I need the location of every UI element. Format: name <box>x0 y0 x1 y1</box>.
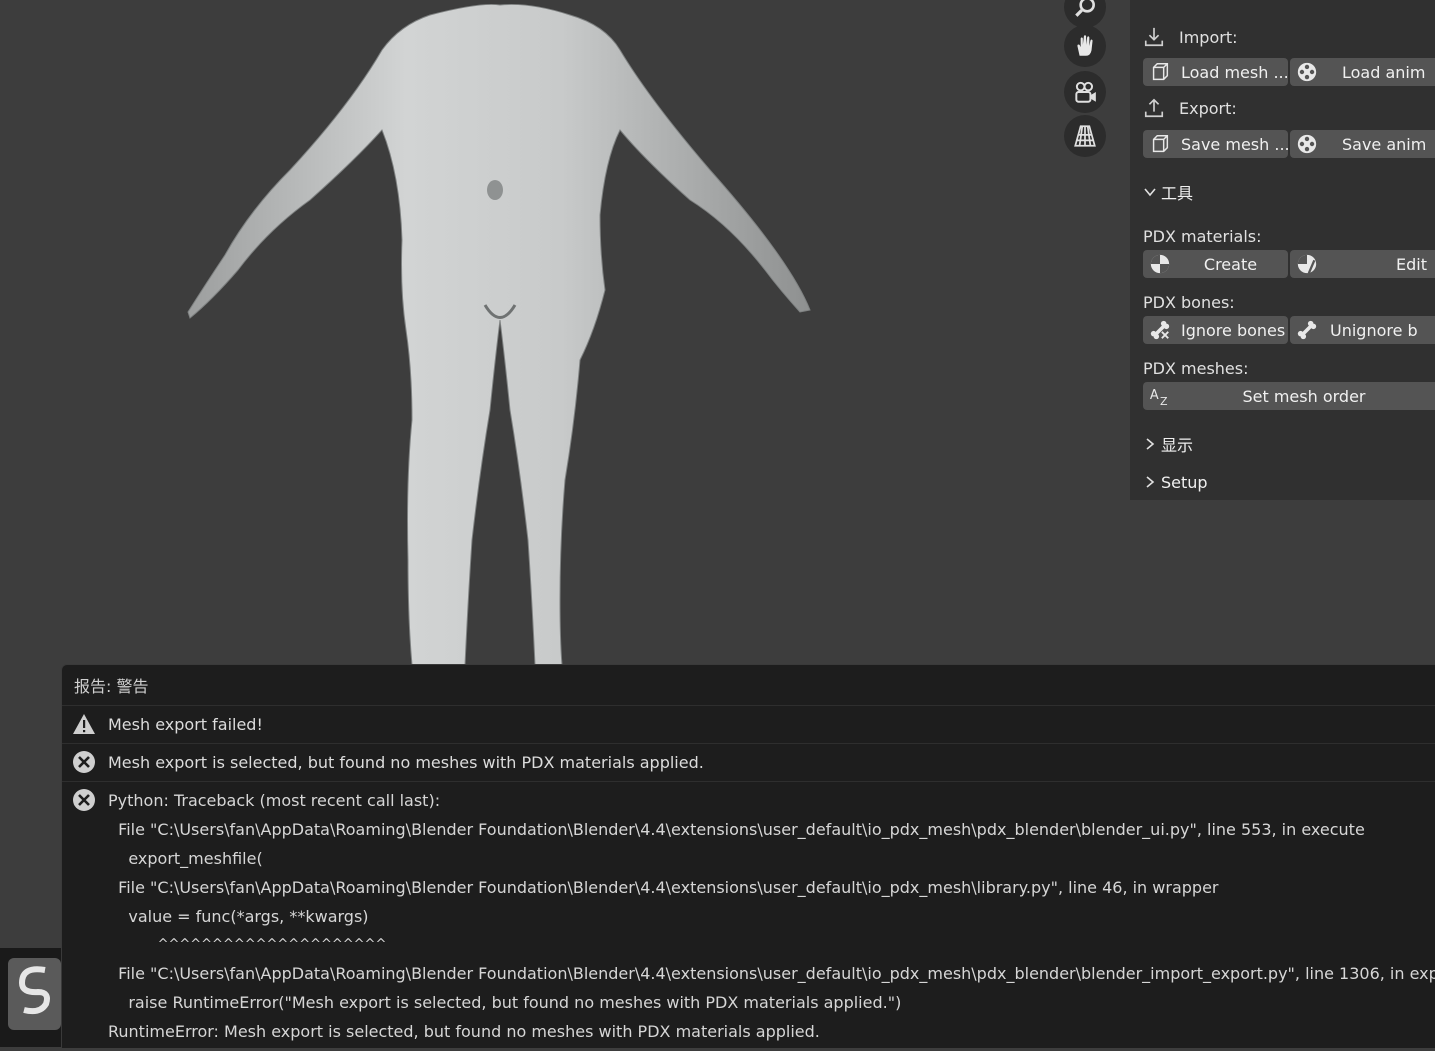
error-message-text: Mesh export is selected, but found no me… <box>108 753 704 772</box>
traceback-line: value = func(*args, **kwargs) <box>108 907 369 926</box>
unignore-bones-label: Unignore b <box>1330 320 1418 340</box>
save-anim-button[interactable]: Save anim <box>1290 130 1435 158</box>
import-icon <box>1144 27 1164 47</box>
ignore-bones-label: Ignore bones <box>1181 320 1286 340</box>
create-label: Create <box>1203 254 1258 274</box>
svg-text:A: A <box>1150 388 1159 403</box>
material-sphere-edit-icon <box>1297 254 1317 274</box>
import-buttons: Load mesh ... Load anim <box>1143 58 1435 86</box>
export-label: Export: <box>1179 98 1237 118</box>
mesh-model <box>187 3 811 665</box>
export-buttons: Save mesh ... Save anim <box>1143 130 1435 158</box>
bone-icon <box>1297 320 1317 340</box>
save-mesh-label: Save mesh ... <box>1181 134 1288 154</box>
traceback-line: File "C:\Users\fan\AppData\Roaming\Blend… <box>108 878 1219 897</box>
load-anim-button[interactable]: Load anim <box>1290 58 1435 86</box>
chevron-down-icon <box>1144 188 1156 197</box>
edit-material-button[interactable]: Edit <box>1290 250 1435 278</box>
materials-buttons: Create Edit <box>1143 250 1435 278</box>
traceback-line: ^^^^^^^^^^^^^^^^^^^^^ <box>108 937 387 952</box>
tools-section-label: 工具 <box>1161 184 1194 203</box>
traceback-line: export_meshfile( <box>108 849 263 868</box>
pan-hand-icon[interactable] <box>1064 25 1106 67</box>
setup-section-header[interactable]: Setup <box>1143 470 1435 494</box>
error-icon <box>73 751 95 773</box>
load-anim-label: Load anim <box>1342 62 1426 82</box>
setup-section-label: Setup <box>1161 472 1208 492</box>
blender-app-icon <box>8 958 61 1030</box>
film-reel-icon <box>1297 62 1317 82</box>
warning-icon <box>73 714 95 734</box>
report-message: Mesh export is selected, but found no me… <box>62 744 1435 782</box>
cube-icon <box>1152 135 1169 153</box>
error-icon <box>73 789 95 811</box>
traceback-line: Python: Traceback (most recent call last… <box>108 791 441 810</box>
pdx-bones-label: PDX bones: <box>1143 290 1435 314</box>
report-traceback: Python: Traceback (most recent call last… <box>62 782 1435 1046</box>
chevron-right-icon <box>1146 476 1155 488</box>
pdx-side-panel: Import: Load mesh ... Load anim Export: … <box>1130 0 1435 500</box>
pdx-materials-label: PDX materials: <box>1143 224 1435 248</box>
chevron-right-icon <box>1146 438 1155 450</box>
import-row: Import: <box>1143 24 1435 50</box>
bones-buttons: Ignore bones Unignore b <box>1143 316 1435 344</box>
unignore-bones-button[interactable]: Unignore b <box>1290 316 1435 344</box>
import-label: Import: <box>1179 27 1238 47</box>
meshes-buttons: AZ Set mesh order <box>1143 382 1435 410</box>
pdx-meshes-label: PDX meshes: <box>1143 356 1435 380</box>
save-mesh-button[interactable]: Save mesh ... <box>1143 130 1288 158</box>
export-row: Export: <box>1143 95 1435 121</box>
tools-section-header[interactable]: 工具 <box>1143 180 1435 204</box>
report-popup[interactable]: 报告: 警告 Mesh export failed! Mesh export i… <box>61 664 1435 1048</box>
perspective-grid-icon[interactable] <box>1064 115 1106 157</box>
pdx-materials-text: PDX materials: <box>1143 226 1262 246</box>
load-mesh-label: Load mesh ... <box>1181 62 1288 82</box>
material-sphere-icon <box>1150 254 1170 274</box>
load-mesh-button[interactable]: Load mesh ... <box>1143 58 1288 86</box>
display-section-label: 显示 <box>1161 436 1194 455</box>
svg-text:Z: Z <box>1160 395 1168 407</box>
pdx-bones-text: PDX bones: <box>1143 292 1235 312</box>
camera-icon[interactable] <box>1064 71 1106 113</box>
pdx-meshes-text: PDX meshes: <box>1143 358 1249 378</box>
ignore-bones-button[interactable]: Ignore bones <box>1143 316 1288 344</box>
film-reel-icon <box>1297 134 1317 154</box>
display-section-header[interactable]: 显示 <box>1143 432 1435 456</box>
report-title: 报告: 警告 <box>62 665 1435 706</box>
traceback-line: raise RuntimeError("Mesh export is selec… <box>108 993 902 1012</box>
traceback-line: RuntimeError: Mesh export is selected, b… <box>108 1022 820 1041</box>
traceback-line: File "C:\Users\fan\AppData\Roaming\Blend… <box>108 964 1435 983</box>
cube-icon <box>1152 63 1169 81</box>
save-anim-label: Save anim <box>1342 134 1427 154</box>
report-message: Mesh export failed! <box>62 706 1435 744</box>
set-mesh-order-button[interactable]: AZ Set mesh order <box>1143 382 1435 410</box>
app-thumbnail[interactable] <box>0 948 61 1047</box>
create-material-button[interactable]: Create <box>1143 250 1288 278</box>
warning-message-text: Mesh export failed! <box>108 715 263 734</box>
sort-alpha-icon: AZ <box>1150 388 1168 407</box>
traceback-line: File "C:\Users\fan\AppData\Roaming\Blend… <box>108 820 1365 839</box>
edit-label: Edit <box>1396 254 1427 274</box>
export-icon <box>1144 98 1164 118</box>
set-mesh-order-label: Set mesh order <box>1242 386 1366 406</box>
bone-ignore-icon <box>1150 320 1170 340</box>
zoom-icon[interactable] <box>1064 0 1106 28</box>
